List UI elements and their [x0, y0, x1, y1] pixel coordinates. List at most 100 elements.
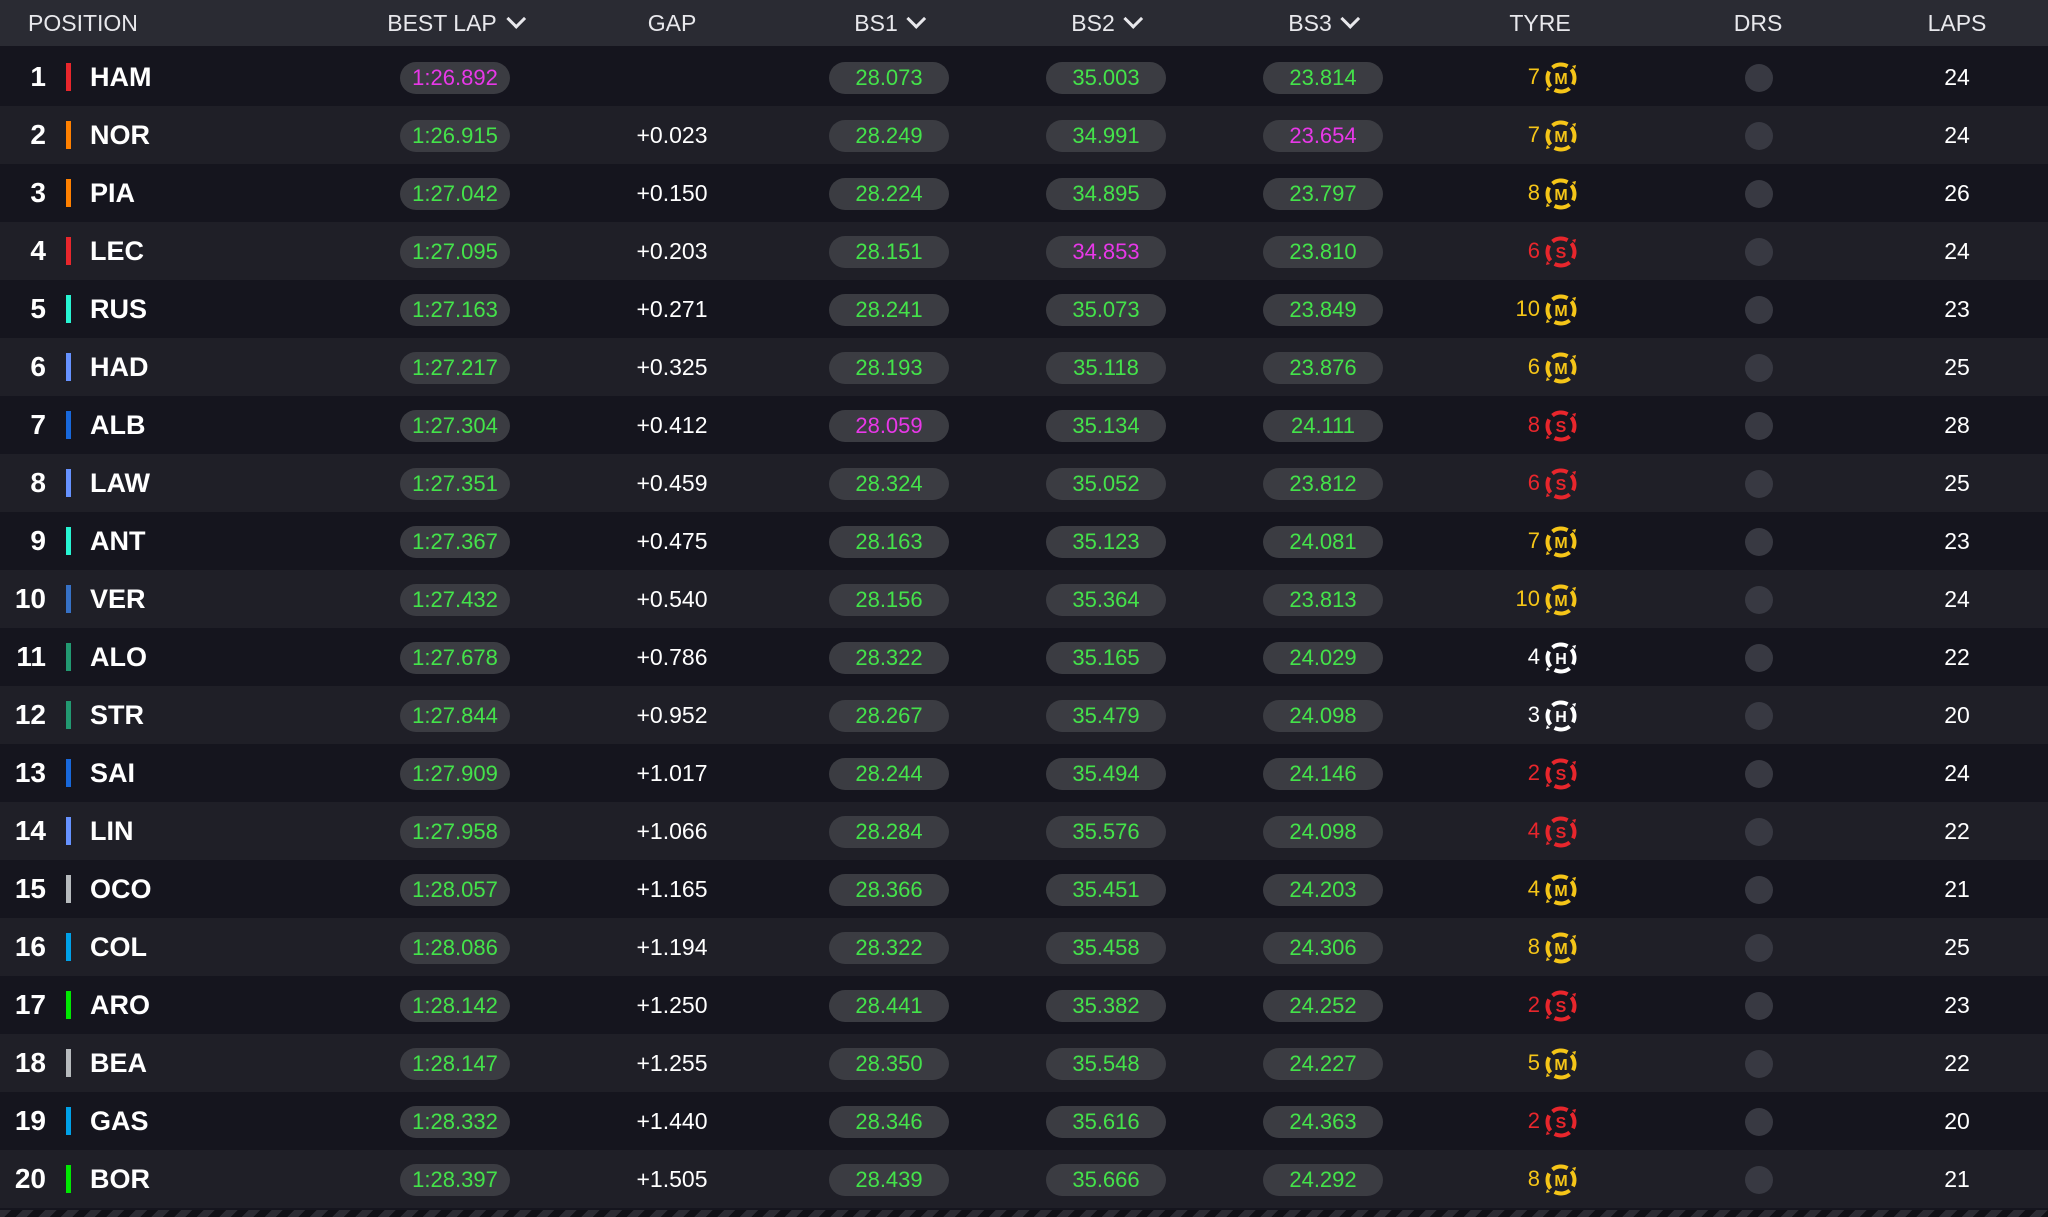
tyre-compound-icon: H [1545, 700, 1577, 732]
tyre-compound-icon: M [1545, 1164, 1577, 1196]
tyre-compound-letter: S [1556, 1115, 1567, 1132]
table-row[interactable]: 11 ALO 1:27.678 +0.786 28.322 35.165 24.029 4 H 2… [0, 628, 2048, 686]
tyre-compound-letter: M [1554, 361, 1567, 378]
driver-code[interactable]: LIN [90, 802, 134, 860]
position-number: 5 [30, 293, 46, 324]
team-color-bar [66, 179, 71, 207]
driver-code[interactable]: LEC [90, 222, 144, 280]
drs-indicator [1745, 296, 1773, 324]
header-tyre: TYRE [1509, 10, 1571, 36]
header-position[interactable]: POSITION [28, 0, 138, 46]
tyre-compound-letter: M [1554, 593, 1567, 610]
table-row[interactable]: 3 PIA 1:27.042 +0.150 28.224 34.895 23.797 8 M 26 [0, 164, 2048, 222]
driver-code[interactable]: GAS [90, 1092, 149, 1150]
drs-indicator [1745, 1050, 1773, 1078]
driver-code[interactable]: HAD [90, 338, 149, 396]
header-bs2-label: BS2 [1071, 10, 1115, 36]
driver-code[interactable]: BEA [90, 1034, 147, 1092]
gap-value: +1.066 [636, 818, 708, 844]
tyre-compound-letter: M [1554, 535, 1567, 552]
best-lap-time: 1:27.678 [400, 642, 510, 674]
tyre-compound-icon: M [1545, 120, 1577, 152]
position-number: 4 [30, 235, 46, 266]
best-lap-time: 1:27.958 [400, 816, 510, 848]
driver-code[interactable]: COL [90, 918, 147, 976]
driver-code[interactable]: ALO [90, 628, 147, 686]
laps-count-value: 20 [1944, 702, 1970, 728]
best-lap-time: 1:28.332 [400, 1106, 510, 1138]
header-best-lap[interactable]: BEST LAP [387, 0, 526, 46]
drs-indicator [1745, 760, 1773, 788]
table-row[interactable]: 19 GAS 1:28.332 +1.440 28.346 35.616 24.363 2 S 2… [0, 1092, 2048, 1150]
driver-code[interactable]: RUS [90, 280, 147, 338]
table-row[interactable]: 9 ANT 1:27.367 +0.475 28.163 35.123 24.081 7 M 23 [0, 512, 2048, 570]
bs2-time: 35.666 [1046, 1164, 1166, 1196]
table-row[interactable]: 14 LIN 1:27.958 +1.066 28.284 35.576 24.098 4 S 2… [0, 802, 2048, 860]
bs2-time: 35.382 [1046, 990, 1166, 1022]
bs3-time: 24.098 [1263, 816, 1383, 848]
tyre-compound-icon: S [1545, 410, 1577, 442]
driver-code[interactable]: ALB [90, 396, 146, 454]
driver-code[interactable]: ARO [90, 976, 150, 1034]
bs3-time: 24.146 [1263, 758, 1383, 790]
drs-indicator [1745, 586, 1773, 614]
tyre-compound-letter: S [1556, 999, 1567, 1016]
driver-code[interactable]: VER [90, 570, 146, 628]
tyre-laps: 10 [1515, 296, 1540, 321]
driver-code[interactable]: STR [90, 686, 144, 744]
gap-value: +0.786 [636, 644, 708, 670]
bs3-time: 23.810 [1263, 236, 1383, 268]
bs2-time: 35.479 [1046, 700, 1166, 732]
table-row[interactable]: 12 STR 1:27.844 +0.952 28.267 35.479 24.098 3 H 2… [0, 686, 2048, 744]
table-row[interactable]: 1 HAM 1:26.892 28.073 35.003 23.814 7 M 24 [0, 48, 2048, 106]
driver-code[interactable]: SAI [90, 744, 135, 802]
table-row[interactable]: 16 COL 1:28.086 +1.194 28.322 35.458 24.306 8 M 2… [0, 918, 2048, 976]
header-bs3-label: BS3 [1288, 10, 1332, 36]
chevron-down-icon[interactable] [1340, 9, 1361, 29]
best-lap-time: 1:28.057 [400, 874, 510, 906]
best-lap-time: 1:27.351 [400, 468, 510, 500]
laps-count-value: 21 [1944, 876, 1970, 902]
drs-indicator [1745, 1108, 1773, 1136]
laps-count-value: 25 [1944, 934, 1970, 960]
header-bs1[interactable]: BS1 [854, 0, 927, 46]
table-row[interactable]: 2 NOR 1:26.915 +0.023 28.249 34.991 23.654 7 M 24 [0, 106, 2048, 164]
gap-value: +0.475 [636, 528, 708, 554]
table-row[interactable]: 13 SAI 1:27.909 +1.017 28.244 35.494 24.146 2 S 2… [0, 744, 2048, 802]
chevron-down-icon[interactable] [1123, 9, 1144, 29]
table-row[interactable]: 18 BEA 1:28.147 +1.255 28.350 35.548 24.227 5 M 2… [0, 1034, 2048, 1092]
tyre-compound-letter: H [1555, 651, 1567, 668]
table-row[interactable]: 17 ARO 1:28.142 +1.250 28.441 35.382 24.252 2 S 2… [0, 976, 2048, 1034]
table-row[interactable]: 20 BOR 1:28.397 +1.505 28.439 35.666 24.292 8 M 2… [0, 1150, 2048, 1208]
table-row[interactable]: 5 RUS 1:27.163 +0.271 28.241 35.073 23.849 10 M 2… [0, 280, 2048, 338]
driver-code[interactable]: NOR [90, 106, 150, 164]
driver-code[interactable]: OCO [90, 860, 152, 918]
bs1-time: 28.284 [829, 816, 949, 848]
table-row[interactable]: 15 OCO 1:28.057 +1.165 28.366 35.451 24.203 4 M 2… [0, 860, 2048, 918]
bs1-time: 28.163 [829, 526, 949, 558]
header-bs2[interactable]: BS2 [1071, 0, 1144, 46]
best-lap-time: 1:26.892 [400, 62, 510, 94]
tyre-laps: 6 [1527, 470, 1540, 495]
driver-code[interactable]: HAM [90, 48, 152, 106]
position-number: 3 [30, 177, 46, 208]
table-row[interactable]: 6 HAD 1:27.217 +0.325 28.193 35.118 23.876 6 M 25 [0, 338, 2048, 396]
best-lap-time: 1:28.147 [400, 1048, 510, 1080]
bs1-time: 28.244 [829, 758, 949, 790]
driver-code[interactable]: LAW [90, 454, 150, 512]
driver-code[interactable]: PIA [90, 164, 135, 222]
position-number: 15 [14, 873, 46, 904]
driver-code[interactable]: BOR [90, 1150, 150, 1208]
tyre-compound-icon: M [1545, 932, 1577, 964]
chevron-down-icon[interactable] [906, 9, 927, 29]
table-row[interactable]: 10 VER 1:27.432 +0.540 28.156 35.364 23.813 10 M… [0, 570, 2048, 628]
table-row[interactable]: 8 LAW 1:27.351 +0.459 28.324 35.052 23.812 6 S 25 [0, 454, 2048, 512]
chevron-down-icon[interactable] [505, 9, 526, 29]
table-row[interactable]: 7 ALB 1:27.304 +0.412 28.059 35.134 24.111 8 S 28 [0, 396, 2048, 454]
header-bs3[interactable]: BS3 [1288, 0, 1361, 46]
table-row[interactable]: 4 LEC 1:27.095 +0.203 28.151 34.853 23.810 6 S 24 [0, 222, 2048, 280]
team-color-bar [66, 759, 71, 787]
drs-indicator [1745, 1166, 1773, 1194]
driver-code[interactable]: ANT [90, 512, 146, 570]
position-number: 1 [30, 61, 46, 92]
